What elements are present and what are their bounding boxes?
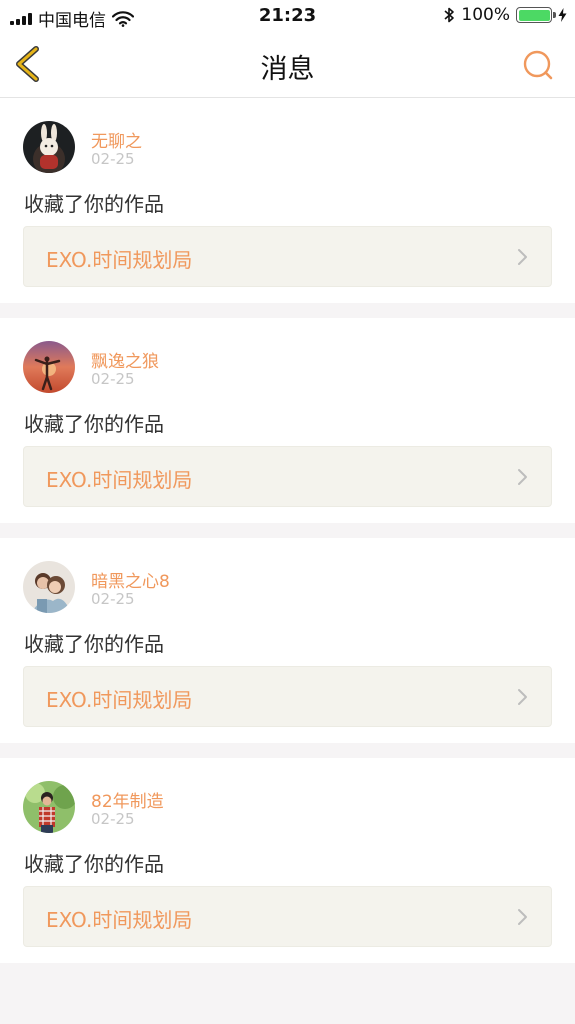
avatar[interactable]: [23, 781, 75, 833]
work-title: EXO.时间规划局: [46, 248, 193, 272]
username[interactable]: 82年制造: [91, 787, 164, 812]
username[interactable]: 暗黑之心8: [91, 567, 170, 592]
avatar-image: [23, 561, 75, 613]
message-card: 飘逸之狼 02-25 收藏了你的作品 EXO.时间规划局: [0, 318, 575, 523]
status-right: 100%: [443, 5, 567, 25]
work-link[interactable]: EXO.时间规划局: [23, 666, 552, 727]
battery-fill: [518, 9, 550, 21]
battery-icon: [516, 7, 556, 23]
message-card: 无聊之 02-25 收藏了你的作品 EXO.时间规划局: [0, 98, 575, 303]
message-card: 82年制造 02-25 收藏了你的作品 EXO.时间规划局: [0, 758, 575, 963]
work-title: EXO.时间规划局: [46, 688, 193, 712]
avatar[interactable]: [23, 341, 75, 393]
work-link[interactable]: EXO.时间规划局: [23, 446, 552, 507]
work-title: EXO.时间规划局: [46, 908, 193, 932]
page-title: 消息: [260, 54, 315, 85]
message-date: 02-25: [91, 370, 135, 388]
message-date: 02-25: [91, 150, 135, 168]
message-action: 收藏了你的作品: [24, 852, 164, 876]
message-date: 02-25: [91, 590, 135, 608]
username[interactable]: 无聊之: [91, 127, 142, 152]
message-list: 无聊之 02-25 收藏了你的作品 EXO.时间规划局 飘逸之狼 02-25 收…: [0, 98, 575, 978]
work-title: EXO.时间规划局: [46, 468, 193, 492]
message-date: 02-25: [91, 810, 135, 828]
bluetooth-icon: [444, 7, 455, 23]
search-icon: [523, 50, 553, 80]
avatar-image: [23, 121, 75, 173]
chevron-right-icon: [518, 469, 527, 485]
chevron-right-icon: [518, 689, 527, 705]
avatar[interactable]: [23, 121, 75, 173]
message-action: 收藏了你的作品: [24, 412, 164, 436]
avatar-image: [23, 781, 75, 833]
message-card: 暗黑之心8 02-25 收藏了你的作品 EXO.时间规划局: [0, 538, 575, 743]
avatar[interactable]: [23, 561, 75, 613]
work-link[interactable]: EXO.时间规划局: [23, 886, 552, 947]
nav-bar: 消息: [0, 32, 575, 98]
avatar-image: [23, 341, 75, 393]
charging-icon: [558, 8, 567, 22]
username[interactable]: 飘逸之狼: [91, 347, 159, 372]
battery-percent: 100%: [461, 5, 510, 25]
chevron-right-icon: [518, 249, 527, 265]
message-action: 收藏了你的作品: [24, 192, 164, 216]
chevron-right-icon: [518, 909, 527, 925]
search-button[interactable]: [521, 48, 555, 82]
status-bar: 中国电信 21:23 100%: [0, 0, 575, 32]
work-link[interactable]: EXO.时间规划局: [23, 226, 552, 287]
message-action: 收藏了你的作品: [24, 632, 164, 656]
